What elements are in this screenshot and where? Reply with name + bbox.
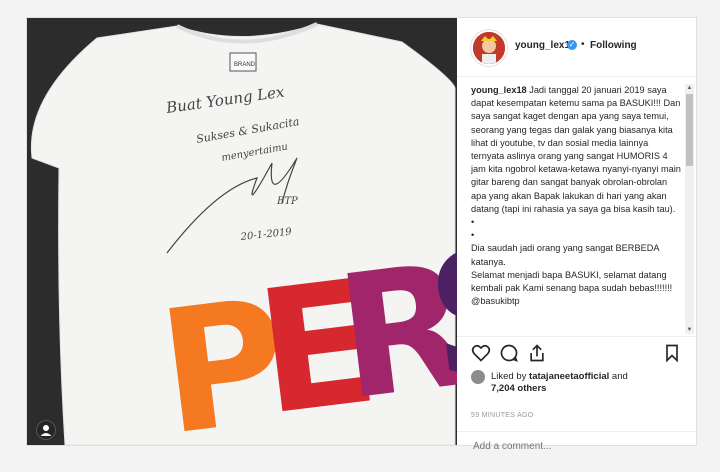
liked-by-prefix: Liked by [491,371,530,382]
post-side-panel: young_lex18 ✓ • Following young_lex18 Ja… [457,18,696,453]
caption-paragraph: Jadi tanggal 20 januari 2019 saya dapat … [471,85,681,214]
scroll-up-arrow-icon[interactable]: ▲ [685,84,694,92]
caption-paragraph: • [471,230,475,241]
caption: young_lex18 Jadi tanggal 20 januari 2019… [471,84,681,332]
post-header: young_lex18 ✓ • Following [457,18,696,77]
caption-username[interactable]: young_lex18 [471,85,527,95]
comment-box [457,431,696,466]
svg-text:BRAND: BRAND [234,62,256,68]
likes-count[interactable]: 7,204 others [491,383,546,394]
bookmark-icon[interactable] [662,343,682,363]
liker-username[interactable]: tatajaneetaofficial [529,371,609,382]
heart-icon[interactable] [471,343,491,363]
caption-paragraph: • [471,217,475,228]
caption-paragraph: Selamat menjadi bapa BASUKI, selamat dat… [471,269,673,307]
comment-input[interactable] [471,440,685,453]
avatar[interactable] [471,30,507,66]
caption-scrollbar[interactable]: ▲ ▼ [685,84,694,334]
header-separator: • [581,39,585,50]
instagram-post: BRAND Buat Young Lex Sukses & Sukacita m… [26,17,697,453]
scrollbar-thumb[interactable] [686,94,693,166]
user-tag-icon[interactable] [37,421,55,439]
share-icon[interactable] [527,343,547,363]
post-timestamp[interactable]: 59 MINUTES AGO [471,412,534,419]
scroll-down-arrow-icon[interactable]: ▼ [685,326,694,334]
liker-avatar[interactable] [471,370,485,384]
liked-by-and: and [609,371,628,382]
comment-icon[interactable] [499,343,519,363]
actions-section: Liked by tatajaneetaofficial and 7,204 o… [457,336,696,453]
handwriting-line-4: BTP [276,196,298,207]
following-button[interactable]: Following [590,40,637,51]
post-photo[interactable]: BRAND Buat Young Lex Sukses & Sukacita m… [27,18,457,445]
caption-paragraph: Dia saudah jadi orang yang sangat BERBED… [471,243,659,267]
tshirt-image: BRAND Buat Young Lex Sukses & Sukacita m… [27,18,457,445]
likes-summary: Liked by tatajaneetaofficial and 7,204 o… [471,370,686,400]
verified-icon: ✓ [567,40,577,50]
